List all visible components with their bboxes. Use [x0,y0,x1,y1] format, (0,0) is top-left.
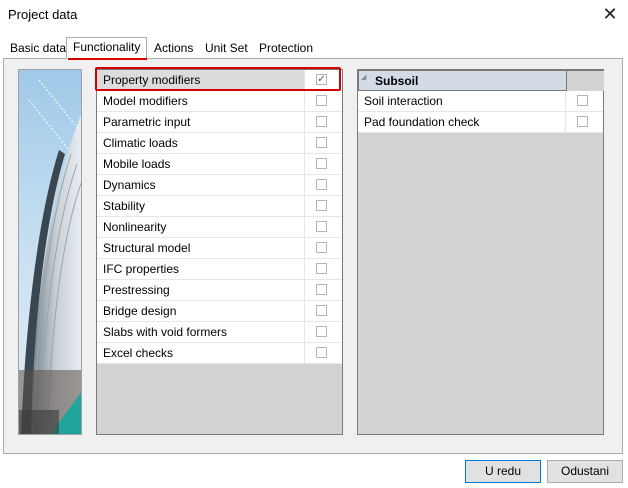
tab-functionality[interactable]: Functionality [66,37,148,59]
checkbox[interactable] [316,284,327,295]
item-label: IFC properties [103,262,180,276]
item-label: Property modifiers [103,73,201,87]
item-label: Soil interaction [364,94,443,108]
close-icon[interactable]: ✕ [598,3,622,25]
subsoil-header-label: Subsoil [375,74,419,88]
item-label: Slabs with void formers [103,325,228,339]
item-label: Bridge design [103,304,177,318]
list-item-structural-model[interactable]: Structural model [97,238,342,259]
list-item-property-modifiers[interactable]: Property modifiers ✓ [97,70,342,91]
checkbox[interactable] [577,95,588,106]
list-item-mobile-loads[interactable]: Mobile loads [97,154,342,175]
checkbox[interactable] [316,137,327,148]
building-illustration [18,69,82,435]
list-item-excel-checks[interactable]: Excel checks [97,343,342,364]
tab-unit-set[interactable]: Unit Set [199,39,254,59]
cancel-button[interactable]: Odustani [547,460,623,483]
active-tab-underline [68,58,147,60]
item-label: Climatic loads [103,136,178,150]
checkbox[interactable] [316,305,327,316]
checkbox[interactable] [316,116,327,127]
item-label: Dynamics [103,178,156,192]
checkbox-checked[interactable]: ✓ [316,74,327,85]
item-label: Nonlinearity [103,220,167,234]
subsoil-grid: ◢ Subsoil Soil interaction Pad foundatio… [357,69,604,435]
checkbox[interactable] [316,179,327,190]
title-bar: Project data ✕ [0,0,628,30]
building-image [19,70,81,434]
item-label: Stability [103,199,146,213]
checkbox[interactable] [316,221,327,232]
list-item-dynamics[interactable]: Dynamics [97,175,342,196]
item-label: Mobile loads [103,157,171,171]
collapse-marker-icon: ◢ [361,74,367,81]
list-item-prestressing[interactable]: Prestressing [97,280,342,301]
tab-basic-data[interactable]: Basic data [4,39,73,59]
list-item-slabs-with-void-formers[interactable]: Slabs with void formers [97,322,342,343]
item-label: Model modifiers [103,94,188,108]
ok-button[interactable]: U redu [465,460,541,483]
list-item-ifc-properties[interactable]: IFC properties [97,259,342,280]
list-item-pad-foundation-check[interactable]: Pad foundation check [358,112,603,133]
functionality-grid: Property modifiers ✓ Model modifiers Par… [96,69,343,435]
list-item-stability[interactable]: Stability [97,196,342,217]
list-item-soil-interaction[interactable]: Soil interaction [358,91,603,112]
checkbox[interactable] [316,326,327,337]
item-label: Parametric input [103,115,191,129]
list-item-model-modifiers[interactable]: Model modifiers [97,91,342,112]
checkbox[interactable] [316,263,327,274]
list-item-bridge-design[interactable]: Bridge design [97,301,342,322]
checkbox[interactable] [316,242,327,253]
item-label: Pad foundation check [364,115,480,129]
tab-protection[interactable]: Protection [253,39,320,59]
item-label: Excel checks [103,346,174,360]
checkbox[interactable] [316,158,327,169]
window-title: Project data [8,7,78,22]
item-label: Prestressing [103,283,170,297]
checkbox[interactable] [316,347,327,358]
list-item-nonlinearity[interactable]: Nonlinearity [97,217,342,238]
checkbox[interactable] [316,200,327,211]
checkbox[interactable] [316,95,327,106]
list-item-parametric-input[interactable]: Parametric input [97,112,342,133]
list-item-climatic-loads[interactable]: Climatic loads [97,133,342,154]
subsoil-header: ◢ Subsoil [358,70,604,91]
functionality-panel: Property modifiers ✓ Model modifiers Par… [3,58,623,454]
tab-actions[interactable]: Actions [148,39,200,59]
checkbox[interactable] [577,116,588,127]
item-label: Structural model [103,241,191,255]
